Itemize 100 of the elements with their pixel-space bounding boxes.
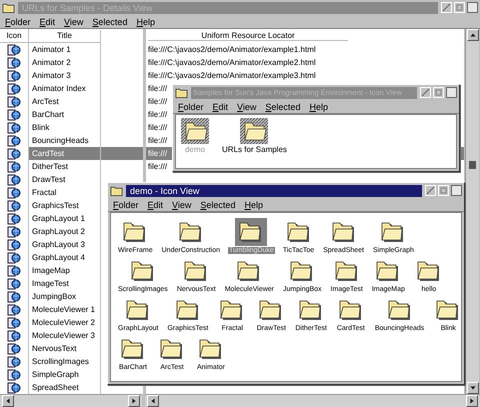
slashed-box-icon[interactable] (420, 87, 431, 98)
folder-icon[interactable] (174, 298, 201, 322)
title-cell[interactable]: GraphLayout 2 (29, 225, 101, 238)
document-globe-icon (7, 82, 21, 94)
url-cell: file:/// (148, 97, 168, 106)
maximize-icon[interactable] (451, 185, 462, 196)
title-cell[interactable]: MoleculeViewer 1 (29, 303, 101, 316)
document-globe-icon (7, 330, 21, 342)
menu-item[interactable]: Help (309, 102, 328, 112)
title-cell[interactable]: MoleculeViewer 3 (29, 329, 101, 342)
folder-icon[interactable] (159, 337, 185, 361)
title-cell[interactable]: ImageMap (29, 264, 101, 277)
title-cell[interactable]: CardTest (29, 147, 101, 160)
title-cell[interactable]: BarChart (29, 108, 101, 121)
scroll-right-icon[interactable] (466, 395, 478, 407)
title-cell[interactable]: DitherTest (29, 160, 101, 173)
document-globe-icon (7, 200, 21, 212)
document-globe-icon (7, 238, 21, 250)
title-cell[interactable]: Fractal (29, 186, 101, 199)
scroll-right-icon[interactable] (128, 395, 140, 407)
menu-item[interactable]: Folder (113, 200, 139, 210)
column-header[interactable]: Uniform Resource Locator (148, 31, 348, 41)
menu-item[interactable]: Selected (92, 16, 128, 26)
scroll-left-icon[interactable] (2, 395, 14, 407)
menu-item[interactable]: Edit (40, 16, 56, 26)
url-cell: file:/// (148, 162, 168, 171)
folder-icon[interactable] (386, 298, 413, 322)
url-cell: file:///C:\javaos2/demo/Animator/example3.html (148, 71, 316, 80)
title-cell[interactable]: DrawTest (29, 173, 101, 186)
title-cell[interactable]: ArcTest (29, 95, 101, 108)
restore-icon[interactable] (438, 185, 449, 196)
title-cell[interactable]: MoleculeViewer 2 (29, 316, 101, 329)
window-title: demo - Icon View (126, 184, 422, 196)
title-cell[interactable]: GraphLayout 1 (29, 212, 101, 225)
restore-icon[interactable] (433, 87, 444, 98)
document-globe-icon (7, 44, 21, 56)
folder-icon[interactable] (120, 337, 146, 361)
title-cell[interactable]: Animator 1 (29, 43, 101, 56)
slashed-box-icon[interactable] (441, 2, 452, 13)
scroll-up-icon[interactable] (466, 29, 478, 41)
scroll-left-icon[interactable] (147, 395, 159, 407)
title-cell[interactable]: Animator 2 (29, 56, 101, 69)
horizontal-scrollbar[interactable] (145, 394, 480, 407)
folder-icon[interactable] (178, 220, 204, 244)
menu-item[interactable]: Help (136, 16, 155, 26)
title-cell[interactable]: ScrollingImages (29, 355, 101, 368)
document-globe-icon (7, 70, 21, 82)
scroll-down-icon[interactable] (466, 382, 478, 394)
scroll-thumb[interactable] (469, 161, 476, 169)
folder-icon[interactable] (334, 259, 360, 283)
folder-icon[interactable] (338, 298, 364, 322)
document-globe-icon (7, 304, 21, 316)
horizontal-scrollbar[interactable] (0, 394, 142, 407)
title-cell[interactable]: GraphLayout 4 (29, 251, 101, 264)
menu-item[interactable]: View (237, 102, 256, 112)
column-header[interactable]: Icon (0, 29, 29, 43)
maximize-icon[interactable] (467, 2, 478, 13)
title-cell[interactable]: ImageTest (29, 277, 101, 290)
url-cell: file:/// (148, 123, 168, 132)
document-globe-icon (7, 264, 21, 276)
folder-icon[interactable] (130, 259, 156, 283)
title-cell[interactable]: JumpingBox (29, 290, 101, 303)
document-globe-icon (7, 290, 21, 302)
menu-item[interactable]: Selected (200, 200, 236, 210)
menu-item[interactable]: Edit (148, 200, 164, 210)
hatched-folder-icon[interactable] (181, 118, 209, 144)
menu-item[interactable]: View (64, 16, 84, 26)
menu-item[interactable]: View (172, 200, 192, 210)
document-globe-icon (7, 122, 21, 134)
document-globe-icon (7, 148, 21, 160)
document-globe-icon (7, 368, 21, 380)
hatched-folder-icon[interactable] (240, 118, 268, 144)
title-cell[interactable]: GraphicsTest (29, 199, 101, 212)
title-cell[interactable]: SimpleGraph (29, 368, 101, 381)
title-cell[interactable]: Blink (29, 121, 101, 134)
title-cell[interactable]: NervousText (29, 342, 101, 355)
maximize-icon[interactable] (446, 87, 457, 98)
title-cell[interactable]: GraphLayout 3 (29, 238, 101, 251)
folder-icon[interactable] (330, 220, 357, 244)
menu-item[interactable]: Selected (265, 102, 300, 112)
document-globe-icon (7, 382, 21, 394)
url-cell: file:/// (148, 149, 168, 158)
folder-icon[interactable] (198, 337, 224, 361)
menu-item[interactable]: Help (244, 200, 263, 210)
title-cell[interactable]: Animator Index (29, 82, 101, 95)
menu-item[interactable]: Folder (178, 102, 204, 112)
menu-item[interactable]: Folder (5, 16, 31, 26)
document-globe-icon (7, 160, 21, 172)
document-globe-icon (7, 356, 21, 368)
column-header[interactable]: Title (29, 30, 101, 42)
document-globe-icon (7, 134, 21, 146)
folder-icon[interactable] (286, 220, 312, 244)
vertical-scrollbar[interactable] (465, 29, 479, 394)
restore-icon[interactable] (454, 2, 465, 13)
menu-item[interactable]: Edit (212, 102, 228, 112)
document-globe-icon (7, 186, 21, 198)
folder-icon[interactable] (416, 259, 442, 283)
title-cell[interactable]: Animator 3 (29, 69, 101, 82)
icon-label[interactable]: URLs for Samples (221, 145, 288, 154)
slashed-box-icon[interactable] (425, 185, 436, 196)
